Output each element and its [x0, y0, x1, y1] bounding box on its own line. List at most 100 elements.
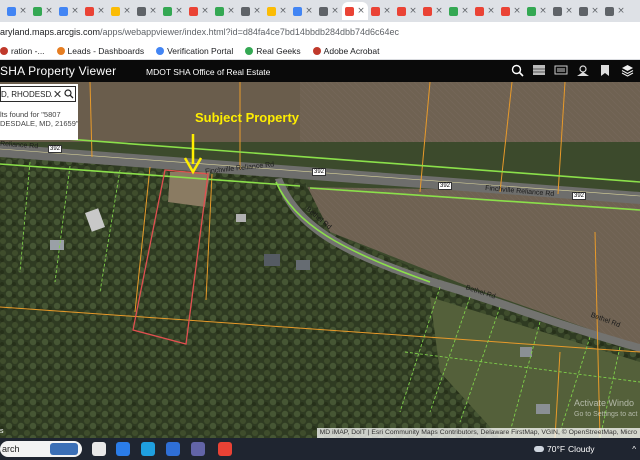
browser-tab[interactable]: ×	[290, 2, 316, 20]
tab-close-icon[interactable]: ×	[253, 6, 261, 16]
browser-tab[interactable]: ×	[4, 2, 30, 20]
browser-tab[interactable]: ×	[316, 2, 342, 20]
tab-favicon-icon	[267, 6, 277, 16]
browser-tab[interactable]: ×	[238, 2, 264, 20]
browser-tab[interactable]: ×	[524, 2, 550, 20]
tab-close-icon[interactable]: ×	[201, 6, 209, 16]
tab-favicon-icon	[371, 6, 381, 16]
tab-close-icon[interactable]: ×	[45, 6, 53, 16]
tab-close-icon[interactable]: ×	[591, 6, 599, 16]
zoom-icon[interactable]	[510, 63, 524, 77]
tab-favicon-icon	[189, 6, 199, 16]
tab-close-icon[interactable]: ×	[331, 6, 339, 16]
browser-tab[interactable]: ×	[498, 2, 524, 20]
tab-close-icon[interactable]: ×	[565, 6, 573, 16]
url-host: aryland.maps.arcgis.com	[0, 27, 101, 37]
browser-tab[interactable]: ×	[56, 2, 82, 20]
bookmark-item[interactable]: Verification Portal	[156, 46, 233, 56]
bookmark-item[interactable]: Real Geeks	[245, 46, 301, 56]
map-view[interactable]: Finchville Reliance Rd Finchville Relian…	[0, 82, 640, 438]
tab-close-icon[interactable]: ×	[305, 6, 313, 16]
layers-list-icon[interactable]	[554, 63, 568, 77]
basemap-icon[interactable]	[576, 63, 590, 77]
bookmark-item[interactable]: Leads - Dashboards	[56, 46, 144, 56]
subject-property-annotation: Subject Property	[195, 110, 300, 125]
tab-close-icon[interactable]: ×	[409, 6, 417, 16]
browser-tab[interactable]: ×	[212, 2, 238, 20]
bookmarks-bar: ration -... Leads - Dashboards Verificatio…	[0, 42, 640, 60]
tab-favicon-icon	[7, 6, 17, 16]
taskbar: arch 70°F Cloudy ^	[0, 438, 640, 460]
browser-tab[interactable]: ×	[264, 2, 290, 20]
browser-tab[interactable]: ×	[342, 2, 368, 20]
tab-close-icon[interactable]: ×	[279, 6, 287, 16]
browser-tab[interactable]: ×	[160, 2, 186, 20]
browser-tab[interactable]: ×	[368, 2, 394, 20]
clear-icon[interactable]: ✕	[52, 88, 64, 101]
tab-close-icon[interactable]: ×	[617, 6, 625, 16]
system-tray-icon[interactable]: ^	[632, 445, 636, 454]
bookmark-label: Verification Portal	[167, 45, 234, 56]
tab-favicon-icon	[111, 6, 121, 16]
task-view-icon[interactable]	[92, 442, 106, 456]
tab-favicon-icon	[137, 6, 147, 16]
bookmark-favicon-icon	[312, 46, 321, 55]
search-input[interactable]: D, RHODESDAI ✕	[0, 86, 76, 102]
tab-close-icon[interactable]: ×	[487, 6, 495, 16]
tab-close-icon[interactable]: ×	[175, 6, 183, 16]
search-panel: D, RHODESDAI ✕ lts found for "5807 DESDA…	[0, 84, 78, 140]
url-text[interactable]: aryland.maps.arcgis.com/apps/webappviewe…	[0, 27, 399, 37]
browser-tab[interactable]: ×	[134, 2, 160, 20]
bookmark-favicon-icon	[56, 46, 65, 55]
tab-close-icon[interactable]: ×	[19, 6, 27, 16]
store-icon[interactable]	[116, 442, 130, 456]
bookmark-item[interactable]: ration -...	[0, 46, 45, 56]
address-bar[interactable]: aryland.maps.arcgis.com/apps/webappviewe…	[0, 22, 640, 42]
edge-icon[interactable]	[141, 442, 155, 456]
tab-favicon-icon	[553, 6, 563, 16]
bookmark-item[interactable]: Adobe Acrobat	[312, 46, 379, 56]
browser-tab[interactable]: ×	[30, 2, 56, 20]
bookmark-favicon-icon	[156, 46, 165, 55]
bookmark-favicon-icon	[245, 46, 254, 55]
search-value[interactable]: D, RHODESDAI	[1, 90, 52, 99]
browser-tab[interactable]: ×	[108, 2, 134, 20]
tab-close-icon[interactable]: ×	[123, 6, 131, 16]
tab-close-icon[interactable]: ×	[383, 6, 391, 16]
aerial-imagery	[0, 82, 640, 438]
tab-favicon-icon	[475, 6, 485, 16]
tab-close-icon[interactable]: ×	[149, 6, 157, 16]
tab-close-icon[interactable]: ×	[513, 6, 521, 16]
tab-close-icon[interactable]: ×	[461, 6, 469, 16]
weather-widget[interactable]: 70°F Cloudy	[534, 444, 595, 454]
bookmark-label: ration -...	[11, 45, 45, 56]
browser-tab[interactable]: ×	[576, 2, 602, 20]
tab-close-icon[interactable]: ×	[97, 6, 105, 16]
browser-tab[interactable]: ×	[394, 2, 420, 20]
tab-favicon-icon	[397, 6, 407, 16]
tab-close-icon[interactable]: ×	[227, 6, 235, 16]
browser-tab[interactable]: ×	[82, 2, 108, 20]
tab-favicon-icon	[241, 6, 251, 16]
tab-close-icon[interactable]: ×	[357, 6, 365, 16]
browser-tab[interactable]: ×	[472, 2, 498, 20]
browser-tab[interactable]: ×	[446, 2, 472, 20]
browser-tab[interactable]: ×	[186, 2, 212, 20]
table-icon[interactable]	[532, 63, 546, 77]
tab-close-icon[interactable]: ×	[71, 6, 79, 16]
bookmark-icon[interactable]	[598, 63, 612, 77]
search-highlight-thumb	[50, 443, 78, 455]
browser-tab[interactable]: ×	[420, 2, 446, 20]
mail-icon[interactable]	[166, 442, 180, 456]
taskbar-search[interactable]: arch	[0, 441, 82, 457]
chrome-icon[interactable]	[218, 442, 232, 456]
layers-icon[interactable]	[620, 63, 634, 77]
route-shield: 392	[48, 145, 63, 153]
tab-close-icon[interactable]: ×	[435, 6, 443, 16]
browser-tab[interactable]: ×	[602, 2, 628, 20]
browser-tab[interactable]: ×	[550, 2, 576, 20]
route-shield: 392	[572, 192, 587, 200]
tab-close-icon[interactable]: ×	[539, 6, 547, 16]
search-icon[interactable]	[63, 88, 75, 100]
teams-icon[interactable]	[191, 442, 205, 456]
